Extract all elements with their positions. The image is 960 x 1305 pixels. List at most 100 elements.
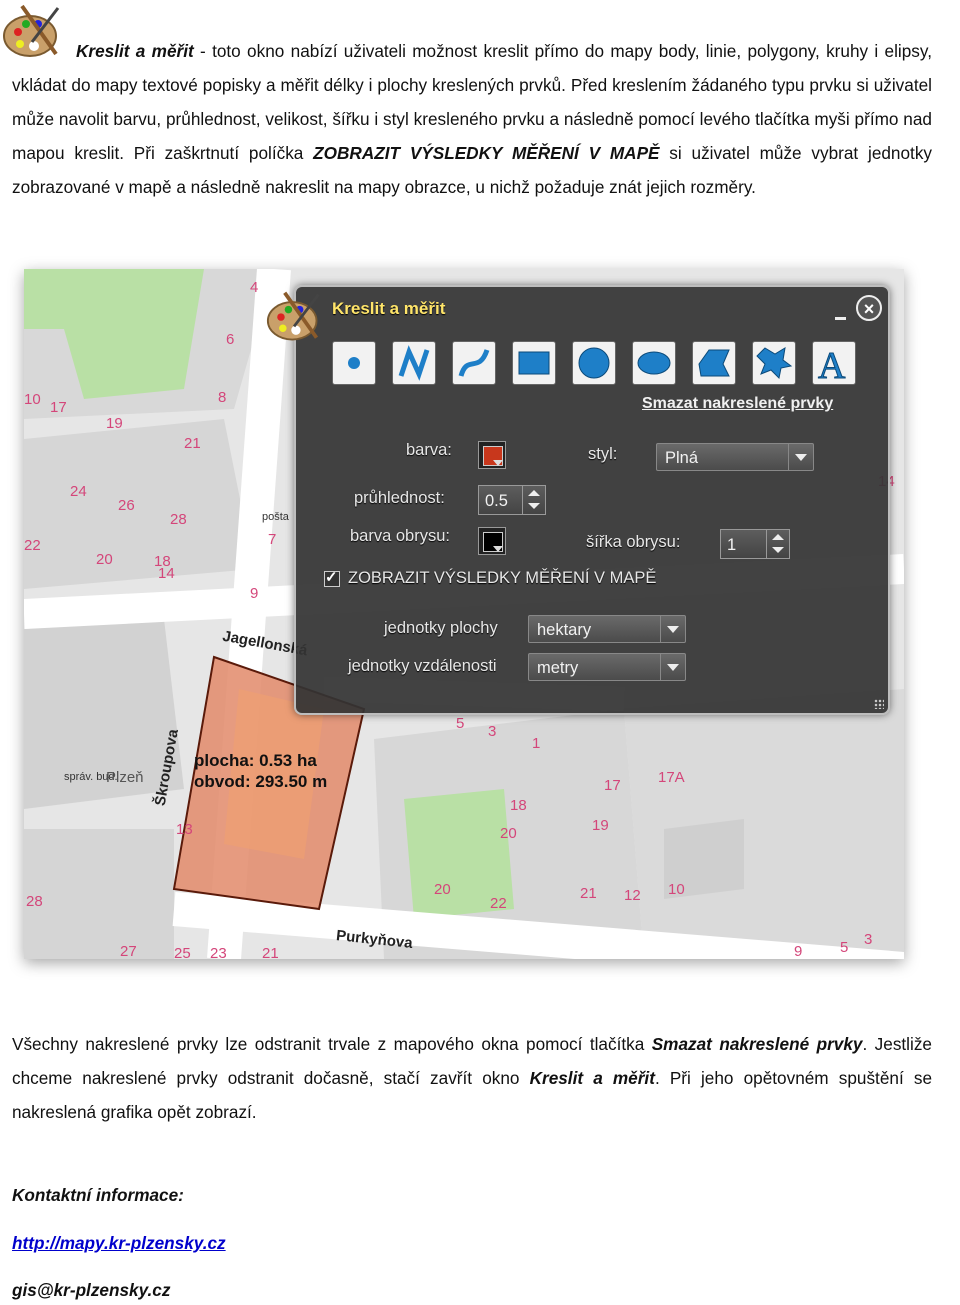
intro-emphasis: ZOBRAZIT VÝSLEDKY MĚŘENÍ V MAPĚ (313, 143, 660, 163)
outline-width-value: 1 (727, 536, 737, 554)
map-label-plzen: Plzeň (106, 769, 144, 786)
point-tool-icon (348, 357, 360, 369)
show-results-checkbox[interactable] (324, 568, 340, 587)
house-number: 14 (158, 565, 175, 582)
increment-icon[interactable] (528, 490, 540, 496)
house-number: 17 (604, 777, 621, 794)
intro-paragraph: Kreslit a měřit - toto okno nabízí uživa… (12, 34, 932, 204)
text-tool-icon: A (818, 345, 847, 383)
dialog-palette-icon (266, 291, 320, 341)
text-tool-button[interactable]: A (812, 341, 856, 385)
ellipse-tool-button[interactable] (632, 341, 676, 385)
outline-color-label: barva obrysu: (350, 527, 450, 545)
clear-drawings-link[interactable]: Smazat nakreslené prvky (642, 395, 833, 413)
opacity-stepper[interactable]: 0.5 (478, 485, 546, 515)
resize-grip[interactable] (874, 699, 884, 709)
house-number: 23 (210, 945, 227, 959)
house-number: 22 (24, 537, 41, 554)
outro-button-name: Smazat nakreslené prvky (651, 1034, 863, 1054)
rectangle-tool-button[interactable] (512, 341, 556, 385)
house-number: 5 (840, 939, 849, 956)
fill-color-picker[interactable] (478, 441, 506, 469)
house-number: 21 (184, 435, 201, 452)
dialog-title: Kreslit a měřit (332, 299, 446, 318)
curve-tool-icon (458, 349, 490, 377)
color-label: barva: (406, 441, 452, 459)
polygon-tool-icon (698, 349, 730, 377)
house-number: 20 (96, 551, 113, 568)
style-label: styl: (588, 445, 618, 463)
house-number: 5 (456, 715, 465, 732)
opacity-value: 0.5 (485, 492, 508, 510)
distance-units-label: jednotky vzdálenosti (348, 657, 497, 675)
ellipse-tool-icon (637, 351, 671, 375)
website-link[interactable]: http://mapy.kr-plzensky.cz (12, 1233, 226, 1254)
house-number: 3 (488, 723, 497, 740)
house-number: 12 (624, 887, 641, 904)
minimize-button[interactable] (835, 317, 846, 320)
circle-tool-icon (578, 347, 610, 379)
outline-width-stepper[interactable]: 1 (720, 529, 790, 559)
house-number: 26 (118, 497, 135, 514)
area-measurement: plocha: 0.53 ha (194, 751, 317, 770)
outro-paragraph: Všechny nakreslené prvky lze odstranit t… (12, 1027, 932, 1129)
opacity-label: průhlednost: (354, 489, 445, 507)
house-number: 1 (532, 735, 541, 752)
line-tool-icon (398, 345, 430, 381)
outline-color-picker[interactable] (478, 527, 506, 555)
circle-tool-button[interactable] (572, 341, 616, 385)
contact-heading: Kontaktní informace: (12, 1185, 184, 1205)
style-value: Plná (665, 449, 699, 467)
increment-icon[interactable] (772, 534, 784, 540)
chevron-down-icon (788, 444, 813, 470)
outro-window-name: Kreslit a měřit (529, 1068, 655, 1088)
area-units-value: hektary (537, 621, 592, 639)
close-button[interactable]: × (856, 295, 882, 321)
house-number: 8 (218, 389, 227, 406)
house-number: 4 (250, 279, 259, 296)
intro-title: Kreslit a měřit (76, 41, 194, 61)
decrement-icon[interactable] (528, 503, 540, 509)
house-number: 19 (106, 415, 123, 432)
house-number: 9 (250, 585, 259, 602)
chevron-down-icon (660, 616, 685, 642)
house-number: 22 (490, 895, 507, 912)
map-screenshot: plocha: 0.53 ha obvod: 293.50 m Jagellon… (24, 269, 904, 959)
draw-measure-dialog[interactable]: Kreslit a měřit × A Smazat nakreslené pr… (266, 285, 890, 715)
email-address[interactable]: gis@kr-plzensky.cz (12, 1280, 170, 1301)
decrement-icon[interactable] (772, 547, 784, 553)
polygon-tool-button[interactable] (692, 341, 736, 385)
house-number: 21 (262, 945, 279, 959)
house-number: 25 (174, 945, 191, 959)
curve-tool-button[interactable] (452, 341, 496, 385)
distance-units-select[interactable]: metry (528, 653, 686, 681)
chevron-down-icon (660, 654, 685, 680)
rectangle-tool-icon (518, 351, 550, 375)
house-number: 21 (580, 885, 597, 902)
house-number: 6 (226, 331, 235, 348)
house-number: 3 (864, 931, 873, 948)
house-number: 10 (24, 391, 41, 408)
show-results-label: ZOBRAZIT VÝSLEDKY MĚŘENÍ V MAPĚ (348, 569, 657, 587)
area-units-label: jednotky plochy (384, 619, 498, 637)
line-tool-button[interactable] (392, 341, 436, 385)
house-number: 20 (434, 881, 451, 898)
point-tool-button[interactable] (332, 341, 376, 385)
freehand-tool-icon (756, 347, 793, 380)
house-number: 13 (176, 821, 193, 838)
house-number: 17 (50, 399, 67, 416)
house-number: 7 (268, 531, 277, 548)
house-number: 19 (592, 817, 609, 834)
freehand-tool-button[interactable] (752, 341, 796, 385)
house-number: 10 (668, 881, 685, 898)
area-units-select[interactable]: hektary (528, 615, 686, 643)
house-number: 20 (500, 825, 517, 842)
outline-width-label: šířka obrysu: (586, 533, 681, 551)
house-number: 28 (26, 893, 43, 910)
style-select[interactable]: Plná (656, 443, 814, 471)
house-number: 24 (70, 483, 87, 500)
perimeter-measurement: obvod: 293.50 m (194, 772, 328, 791)
map-label-posta: pošta (262, 511, 289, 523)
house-number: 18 (510, 797, 527, 814)
distance-units-value: metry (537, 659, 579, 677)
